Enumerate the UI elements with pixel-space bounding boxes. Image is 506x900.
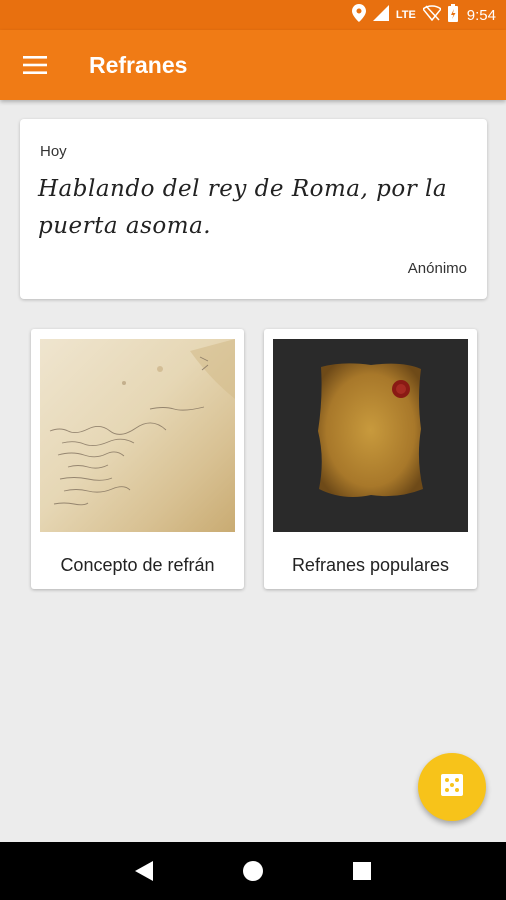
page-title: Refranes [89,51,188,78]
location-icon [351,4,366,26]
quote-author: Anónimo [407,260,467,277]
quote-date-label: Hoy [40,143,67,160]
random-proverb-button[interactable] [418,753,486,821]
app-bar: Refranes [0,30,506,100]
tile-label: Concepto de refrán [60,555,215,575]
hamburger-menu-icon[interactable] [0,30,70,100]
back-icon[interactable] [124,851,164,891]
daily-quote-card[interactable]: Hoy Hablando del rey de Roma, por la pue… [20,119,487,299]
tile-label: Refranes populares [291,555,450,575]
wifi-off-icon [421,5,442,25]
signal-icon [372,5,389,25]
status-bar: LTE 9:54 [0,0,506,30]
quote-text: Hablando del rey de Roma, por la puerta … [38,176,448,239]
home-icon[interactable] [233,851,273,891]
battery-icon [447,4,458,26]
tile-concepto-de-refran[interactable]: Concepto de refrán [31,329,244,589]
tile-refranes-populares[interactable]: Refranes populares [264,329,477,589]
recents-icon[interactable] [342,851,382,891]
network-type: LTE [395,9,416,21]
old-letter-image [40,339,235,532]
system-nav-bar [0,842,506,900]
dice-icon [441,773,463,801]
status-time: 9:54 [466,6,496,24]
parchment-seal-image [273,339,468,532]
